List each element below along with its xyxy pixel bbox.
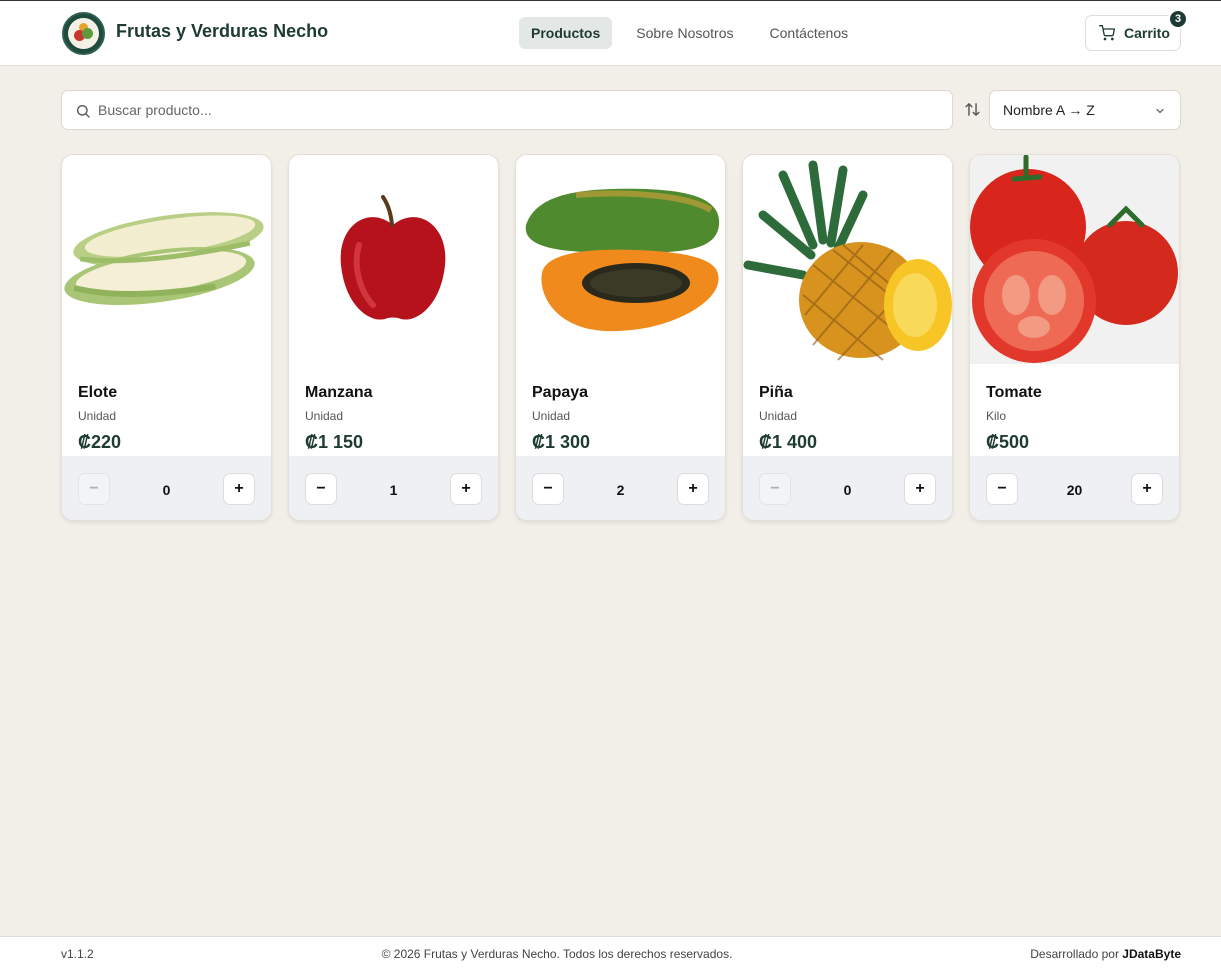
product-card-papaya: Papaya Unidad ₡1 300 − 2 + [515, 154, 726, 521]
nav-contactenos[interactable]: Contáctenos [758, 17, 861, 49]
sort-selected-value: Nombre A → Z [1003, 102, 1095, 118]
product-image-manzana [289, 155, 498, 364]
product-image-tomate [970, 155, 1179, 364]
page-footer: v1.1.2 © 2026 Frutas y Verduras Necho. T… [0, 936, 1221, 969]
brand-name[interactable]: Frutas y Verduras Necho [116, 21, 328, 42]
product-price: ₡1 150 [305, 432, 364, 452]
increase-button[interactable]: + [904, 473, 936, 505]
developer-link[interactable]: JDataByte [1122, 947, 1181, 961]
developer-credit: Desarrollado por JDataByte [1030, 947, 1181, 961]
product-name: Tomate [986, 384, 1042, 401]
search-box [61, 90, 953, 130]
cart-label: Carrito [1124, 25, 1170, 41]
search-input[interactable] [98, 91, 938, 129]
product-price: ₡1 400 [759, 432, 818, 452]
search-icon [77, 105, 90, 118]
product-name: Piña [759, 384, 793, 401]
logo-fruit-emblem [68, 18, 99, 49]
product-image-pina [743, 155, 952, 364]
product-name: Manzana [305, 384, 373, 401]
developer-prefix: Desarrollado por [1030, 947, 1123, 961]
increase-button[interactable]: + [223, 473, 255, 505]
product-card-pina: Piña Unidad ₡1 400 − 0 + [742, 154, 953, 521]
increase-button[interactable]: + [677, 473, 709, 505]
shopping-cart-icon [1099, 25, 1115, 41]
product-unit: Unidad [78, 409, 117, 423]
product-price: ₡500 [986, 432, 1030, 452]
copyright-text: © 2026 Frutas y Verduras Necho. Todos lo… [381, 947, 733, 961]
nav-sobre-nosotros[interactable]: Sobre Nosotros [624, 17, 745, 49]
nav-productos[interactable]: Productos [519, 17, 613, 49]
product-name: Elote [78, 384, 118, 401]
quantity-stepper: − 2 + [516, 456, 725, 520]
cart-button[interactable]: Carrito [1085, 15, 1181, 51]
cart-count-badge: 3 [1168, 9, 1188, 29]
chevron-down-icon [1156, 108, 1164, 114]
product-name: Papaya [532, 384, 589, 401]
main-nav: Productos Sobre Nosotros Contáctenos [519, 17, 872, 49]
quantity-stepper: − 20 + [970, 456, 1179, 520]
increase-button[interactable]: + [450, 473, 482, 505]
quantity-stepper: − 0 + [743, 456, 952, 520]
product-card-elote: Elote Unidad ₡220 − 0 + [61, 154, 272, 521]
product-price: ₡220 [78, 432, 122, 452]
sort-select[interactable]: Nombre A → Z [989, 90, 1181, 130]
product-card-tomate: Tomate Kilo ₡500 − 20 + [969, 154, 1180, 521]
product-unit: Unidad [532, 409, 571, 423]
sort-arrows-icon[interactable] [964, 101, 981, 118]
product-unit: Unidad [759, 409, 798, 423]
brand-logo[interactable] [62, 12, 105, 55]
product-image-papaya [516, 155, 725, 364]
quantity-stepper: − 0 + [62, 456, 271, 520]
quantity-stepper: − 1 + [289, 456, 498, 520]
increase-button[interactable]: + [1131, 473, 1163, 505]
product-unit: Kilo [986, 409, 1007, 423]
product-grid: Elote Unidad ₡220 − 0 + Manzana Unidad ₡… [61, 154, 1196, 521]
product-image-elote [62, 155, 271, 364]
product-card-manzana: Manzana Unidad ₡1 150 − 1 + [288, 154, 499, 521]
product-price: ₡1 300 [532, 432, 591, 452]
product-unit: Unidad [305, 409, 344, 423]
top-navbar: Frutas y Verduras Necho Productos Sobre … [0, 1, 1221, 66]
